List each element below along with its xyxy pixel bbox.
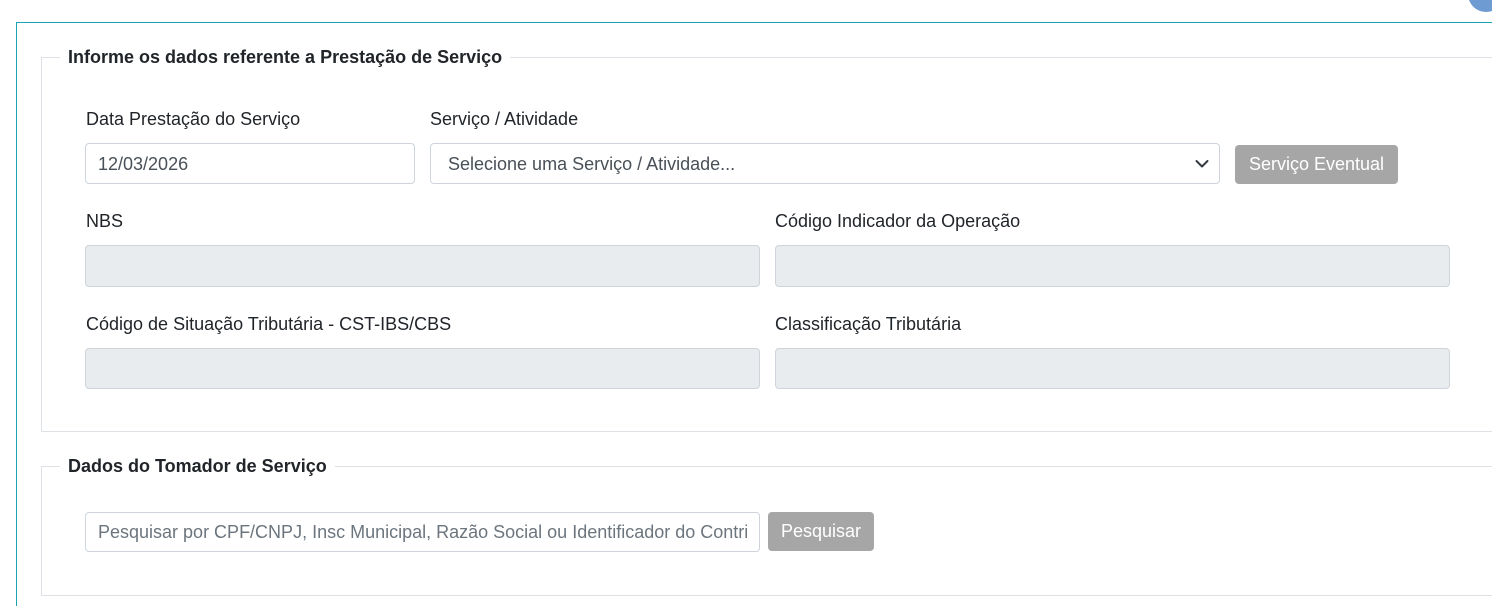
chevron-down-icon [1195,159,1209,167]
servico-atividade-select[interactable]: Selecione uma Serviço / Atividade... [430,143,1220,184]
servico-atividade-selected: Selecione uma Serviço / Atividade... [448,153,736,174]
tomador-search-input[interactable] [85,512,760,552]
data-prestacao-input[interactable]: 12/03/2026 [85,143,415,184]
cst-field [85,348,760,389]
tomador-legend: Dados do Tomador de Serviço [60,455,335,477]
classificacao-tributaria-label: Classificação Tributária [775,314,962,334]
data-prestacao-label: Data Prestação do Serviço [86,109,301,129]
page: Informe os dados referente a Prestação d… [0,0,1492,606]
servico-eventual-button[interactable]: Serviço Eventual [1235,145,1398,184]
indicador-operacao-label: Código Indicador da Operação [775,211,1021,231]
nbs-label: NBS [86,211,124,231]
data-prestacao-value: 12/03/2026 [98,153,189,174]
avatar[interactable] [1468,0,1492,12]
pesquisar-button[interactable]: Pesquisar [768,512,874,551]
classificacao-tributaria-field [775,348,1450,389]
cst-label: Código de Situação Tributária - CST-IBS/… [86,314,452,334]
prestacao-legend: Informe os dados referente a Prestação d… [60,46,511,68]
servico-atividade-label: Serviço / Atividade [430,109,579,129]
indicador-operacao-field [775,245,1450,287]
nbs-field [85,245,760,287]
